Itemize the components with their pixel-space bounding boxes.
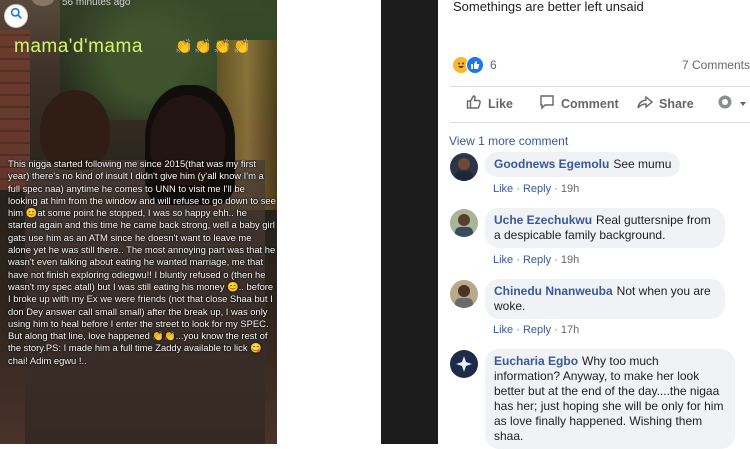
commenter-name[interactable]: Eucharia Egbo — [494, 354, 578, 368]
comments-count-link[interactable]: 7 Comments — [682, 58, 750, 72]
comment-bubble: Goodnews Egemolu See mumu — [485, 152, 681, 177]
comment-time: 17h — [560, 324, 580, 336]
story-banner-text: mama'd'mama — [14, 36, 143, 57]
like-button[interactable]: Like — [466, 94, 513, 113]
comment-reply-link[interactable]: Reply — [523, 183, 551, 195]
comment-like-link[interactable]: Like — [493, 324, 513, 336]
post-caption: Somethings are better left unsaid — [453, 0, 644, 14]
search-button[interactable] — [4, 4, 28, 28]
comment-bubble: Chinedu Nnanweuba Not when you are woke. — [485, 279, 725, 319]
search-icon — [10, 7, 23, 25]
comment-meta: Like · Reply · 17h — [493, 324, 580, 336]
story-text: This nigga started following me since 20… — [8, 158, 276, 366]
divider-bottom — [450, 122, 750, 123]
comment-meta: Like · Reply · 19h — [493, 254, 580, 266]
commenter-name[interactable]: Chinedu Nnanweuba — [494, 284, 613, 298]
comment-time: 19h — [560, 254, 580, 266]
action-bar: Like Comment Share — [438, 86, 750, 120]
reaction-count: 6 — [490, 58, 497, 72]
thumbs-up-icon — [466, 94, 488, 113]
audience-selector[interactable] — [717, 94, 750, 113]
share-button[interactable]: Share — [637, 94, 694, 113]
avatar[interactable] — [450, 350, 478, 378]
comment-time: 19h — [560, 183, 580, 195]
share-icon — [637, 94, 659, 113]
avatar[interactable] — [450, 209, 478, 237]
clap-emoji: 👏👏👏👏 — [175, 38, 253, 54]
commenter-name[interactable]: Goodnews Egemolu — [494, 157, 609, 171]
comment-bubble: Eucharia Egbo Why too much information? A… — [485, 349, 735, 449]
comment-button[interactable]: Comment — [539, 94, 619, 113]
chevron-down-icon — [739, 97, 750, 111]
story-photo: 56 minutes ago mama'd'mama 👏👏👏👏 This nig… — [0, 0, 277, 444]
post-time: 56 minutes ago — [62, 0, 131, 8]
view-more-comments-link[interactable]: View 1 more comment — [449, 134, 568, 148]
commenter-name[interactable]: Uche Ezechukwu — [494, 213, 592, 227]
comment-text: See mumu — [613, 157, 672, 171]
like-reaction-icon — [466, 56, 484, 74]
gap — [277, 0, 381, 444]
avatar[interactable] — [450, 280, 478, 308]
comment-like-link[interactable]: Like — [493, 254, 513, 266]
reactions-summary[interactable]: 6 — [453, 56, 497, 74]
globe-icon — [717, 94, 739, 113]
post-panel: Somethings are better left unsaid 6 7 Co… — [438, 0, 750, 449]
comment-meta: Like · Reply · 19h — [493, 183, 580, 195]
comment-bubble: Uche Ezechukwu Real guttersnipe from a de… — [485, 208, 725, 248]
dark-divider — [381, 0, 438, 444]
comment-icon — [539, 94, 561, 113]
comment-like-link[interactable]: Like — [493, 183, 513, 195]
comment-reply-link[interactable]: Reply — [523, 254, 551, 266]
comment-reply-link[interactable]: Reply — [523, 324, 551, 336]
avatar[interactable] — [450, 153, 478, 181]
